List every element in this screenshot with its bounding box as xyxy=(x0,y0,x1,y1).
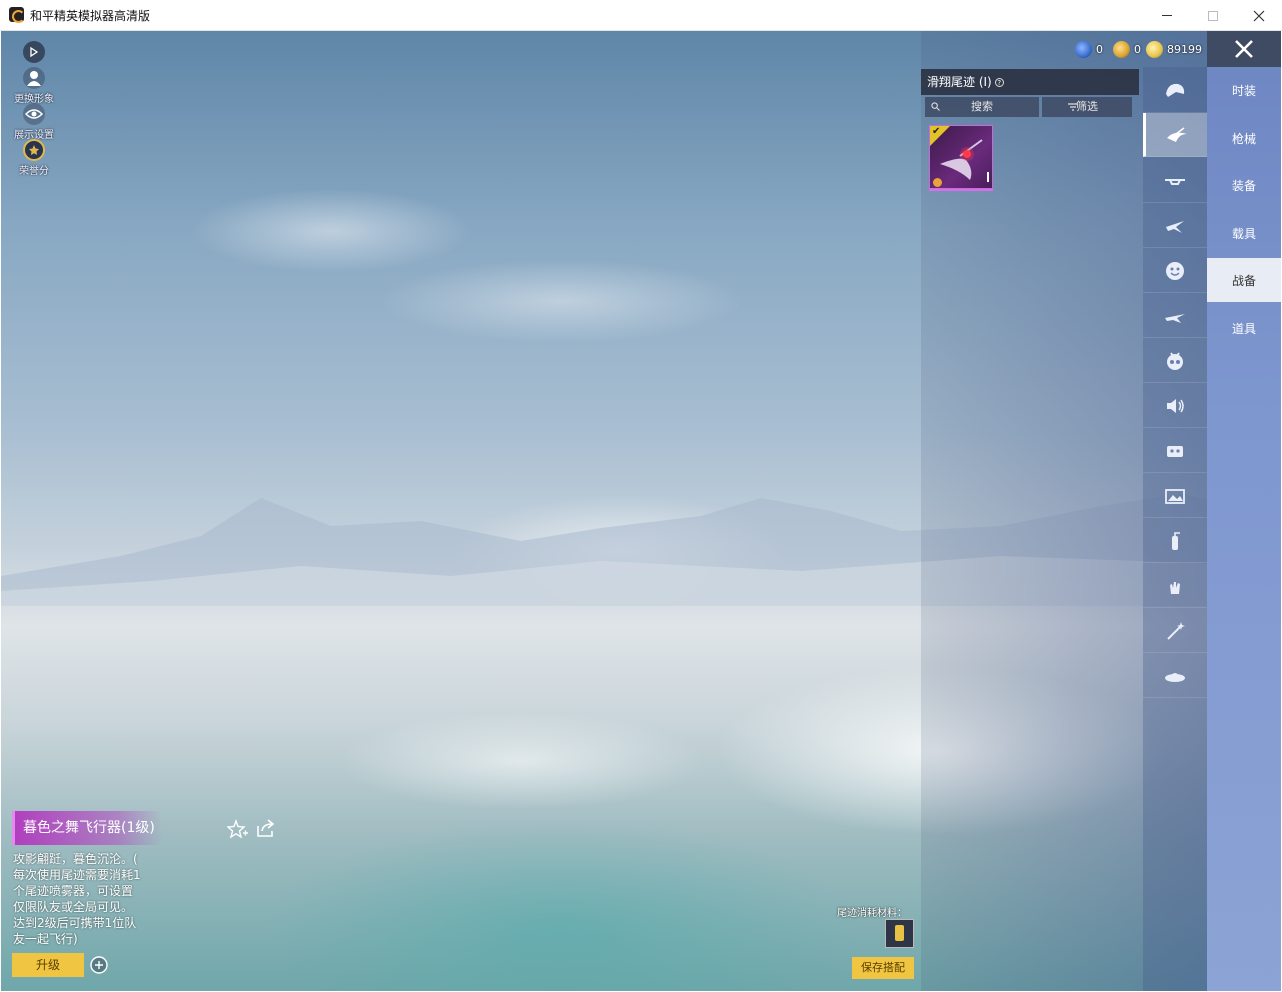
help-icon[interactable]: ? xyxy=(994,78,1004,87)
search-label: 搜索 xyxy=(971,100,993,113)
emote-icon xyxy=(1166,261,1184,280)
trail-item-card[interactable]: ✔ xyxy=(929,125,993,189)
category-voice[interactable] xyxy=(1143,384,1207,428)
play-icon xyxy=(23,41,45,63)
currency-points: 89199 xyxy=(1146,39,1202,59)
extinguisher-icon xyxy=(1172,531,1180,550)
close-window-button[interactable] xyxy=(1236,0,1282,31)
category-emote[interactable] xyxy=(1143,249,1207,293)
filter-icon xyxy=(1068,103,1078,111)
wand-icon xyxy=(1167,621,1185,640)
filter-label: 筛选 xyxy=(1076,100,1098,113)
category-photo[interactable] xyxy=(1143,474,1207,518)
minimize-button[interactable] xyxy=(1144,0,1190,31)
tab-label: 时装 xyxy=(1231,83,1256,98)
category-helmet[interactable] xyxy=(1143,69,1207,113)
window-title: 和平精英模拟器高清版 xyxy=(30,9,151,23)
currency-value: 0 xyxy=(1134,42,1141,56)
category-pet[interactable] xyxy=(1143,339,1207,383)
app-icon xyxy=(9,7,25,23)
category-card[interactable] xyxy=(1143,429,1207,473)
hand-icon xyxy=(1170,581,1180,594)
left-menu-change-avatar[interactable]: 更换形象 xyxy=(12,67,56,105)
level-badge xyxy=(933,178,942,187)
left-menu-honor[interactable]: 荣誉分 xyxy=(12,139,56,177)
currency-gold: 0 xyxy=(1113,39,1141,59)
photo-icon xyxy=(1165,488,1185,504)
category-plane[interactable] xyxy=(1143,204,1207,248)
jet-icon xyxy=(1165,313,1185,323)
drone-icon xyxy=(1165,178,1185,185)
category-ufo[interactable] xyxy=(1143,654,1207,698)
description-line: 仅限队友或全局可见。 xyxy=(13,900,134,914)
tab-items[interactable]: 道具 xyxy=(1207,306,1281,350)
item-title: 暮色之舞飞行器(1级) xyxy=(12,811,162,845)
avatar-icon xyxy=(23,67,45,89)
voice-icon xyxy=(1167,398,1184,413)
maximize-button[interactable] xyxy=(1190,0,1236,31)
left-menu-play[interactable] xyxy=(12,41,56,63)
item-description: 攻影翩跹，暮色沉沦。( 每次使用尾迹需要消耗1 个尾迹喷雾器，可设置 仅限队友或… xyxy=(13,851,163,947)
share-icon[interactable] xyxy=(255,818,277,838)
filter-button[interactable]: 筛选 xyxy=(1042,97,1132,117)
tab-fashion[interactable]: 时装 xyxy=(1207,68,1281,112)
panel-title: 滑翔尾迹 (I) xyxy=(927,75,992,89)
zoom-in-icon[interactable] xyxy=(89,955,109,975)
currency-value: 89199 xyxy=(1167,42,1202,56)
eye-icon xyxy=(23,103,45,125)
tab-equipment[interactable]: 装备 xyxy=(1207,163,1281,207)
plane-icon xyxy=(1166,220,1184,233)
tab-label: 载具 xyxy=(1231,226,1256,241)
favorite-star-icon[interactable] xyxy=(227,819,249,839)
close-icon xyxy=(1235,40,1253,58)
search-icon xyxy=(931,102,940,111)
maximize-icon xyxy=(1208,10,1218,21)
tab-vehicles[interactable]: 载具 xyxy=(1207,211,1281,255)
left-menu-display-settings[interactable]: 展示设置 xyxy=(12,103,56,141)
left-menu-label: 荣誉分 xyxy=(19,166,49,177)
description-line: 友一起飞行) xyxy=(13,932,78,946)
description-line: 每次使用尾迹需要消耗1 xyxy=(13,868,141,882)
blue-coin-icon xyxy=(1075,40,1092,58)
tab-label: 枪械 xyxy=(1231,131,1256,146)
close-icon xyxy=(1253,10,1265,21)
currency-value: 0 xyxy=(1096,42,1103,56)
honor-badge-icon xyxy=(23,139,45,161)
points-coin-icon xyxy=(1146,40,1163,58)
count-marker xyxy=(987,172,989,182)
category-wand[interactable] xyxy=(1143,609,1207,653)
category-drone[interactable] xyxy=(1143,159,1207,203)
upgrade-button[interactable]: 升级 xyxy=(12,953,84,977)
category-jet[interactable] xyxy=(1143,294,1207,338)
close-panel-button[interactable] xyxy=(1207,31,1281,67)
gold-coin-icon xyxy=(1113,40,1130,58)
description-line: 达到2级后可携带1位队 xyxy=(13,916,137,930)
helmet-icon xyxy=(1166,83,1185,97)
game-viewport: 更换形象 展示设置 荣誉分 0 0 89199 滑翔尾迹 (I)? 搜索 筛选 … xyxy=(1,31,1281,991)
glider-icon xyxy=(1166,126,1187,142)
category-hand[interactable] xyxy=(1143,564,1207,608)
material-slot[interactable] xyxy=(885,919,914,948)
tab-battle-gear[interactable]: 战备 xyxy=(1207,258,1281,302)
ufo-icon xyxy=(1165,672,1185,682)
description-line: 个尾迹喷雾器，可设置 xyxy=(13,884,134,898)
minimize-icon xyxy=(1162,15,1172,16)
tab-weapons[interactable]: 枪械 xyxy=(1207,116,1281,160)
window-titlebar: 和平精英模拟器高清版 xyxy=(0,0,1282,31)
card-icon xyxy=(1167,445,1183,457)
currency-blue: 0 xyxy=(1075,39,1103,59)
description-line: 攻影翩跹，暮色沉沦。( xyxy=(13,852,138,866)
search-button[interactable]: 搜索 xyxy=(925,97,1039,117)
panel-header: 滑翔尾迹 (I)? xyxy=(921,69,1139,95)
material-label: 尾迹消耗材料： xyxy=(837,908,907,919)
category-glider[interactable] xyxy=(1143,113,1207,157)
save-loadout-button[interactable]: 保存搭配 xyxy=(852,957,914,979)
pet-icon xyxy=(1167,351,1183,370)
category-extinguisher[interactable] xyxy=(1143,519,1207,563)
spray-bottle-icon xyxy=(895,925,904,941)
tab-label: 战备 xyxy=(1231,273,1256,288)
tab-label: 装备 xyxy=(1231,178,1256,193)
tab-label: 道具 xyxy=(1231,321,1256,336)
